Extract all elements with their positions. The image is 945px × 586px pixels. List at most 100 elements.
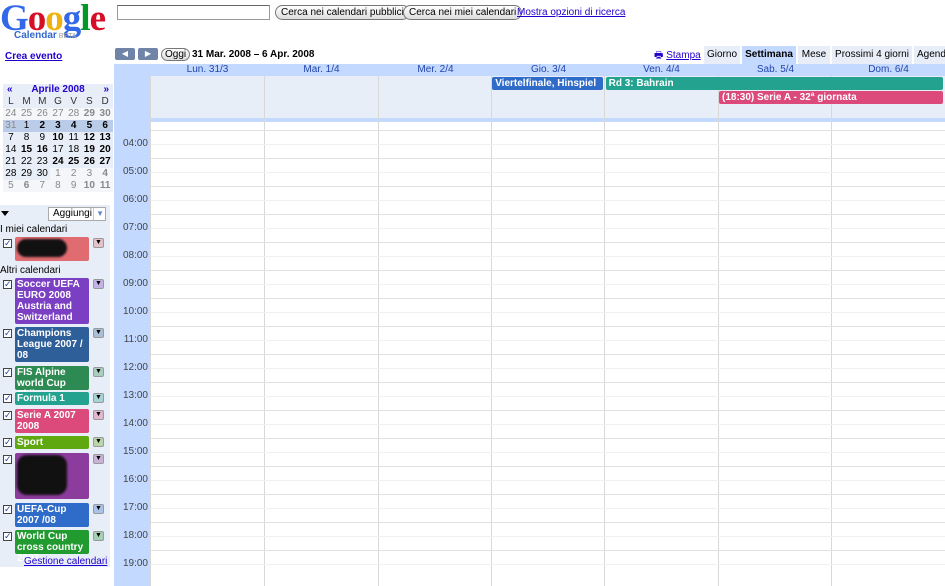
search-input[interactable] [117,5,270,20]
mini-calendar-day[interactable]: 24 [50,156,66,168]
mini-calendar-day[interactable]: 19 [82,144,98,156]
calendar-checkbox[interactable]: ✓ [3,411,12,420]
mini-calendar-day[interactable]: 3 [50,120,66,132]
today-button[interactable]: Oggi [161,48,191,61]
calendar-name[interactable]: Champions League 2007 / 08 [15,327,89,362]
prev-week-button[interactable]: ◀ [115,48,135,60]
tab-next-4-days[interactable]: Prossimi 4 giorni [832,46,912,64]
calendar-checkbox[interactable]: ✓ [3,438,12,447]
calendar-checkbox[interactable]: ✓ [3,532,12,541]
all-day-event[interactable]: Viertelfinale, Hinspiel [492,77,603,90]
calendar-options-dropdown-icon[interactable]: ▼ [93,454,104,464]
mini-calendar-month[interactable]: Aprile 2008 [31,84,84,95]
mini-calendar-day[interactable]: 23 [34,156,50,168]
calendar-checkbox[interactable]: ✓ [3,239,12,248]
next-week-button[interactable]: ▶ [138,48,158,60]
mini-calendar-day[interactable]: 25 [18,108,35,120]
mini-calendar-day[interactable]: 11 [66,132,82,144]
calendar-entry[interactable]: ✓ Soccer UEFA EURO 2008 Austria and Switz… [3,278,107,324]
add-calendar-button[interactable]: Aggiungi ▼ [48,207,106,221]
mini-calendar-day[interactable]: 18 [66,144,82,156]
collapse-triangle-icon[interactable] [1,211,9,216]
mini-calendar-day[interactable]: 10 [81,180,98,192]
calendar-name-redacted[interactable] [15,453,89,499]
manage-calendars-link[interactable]: Gestione calendari [24,556,107,567]
mini-calendar-day[interactable]: 16 [34,144,50,156]
mini-calendar-day[interactable]: 1 [50,168,66,180]
mini-calendar-day[interactable]: 5 [81,120,98,132]
mini-calendar-day[interactable]: 15 [19,144,35,156]
calendar-options-dropdown-icon[interactable]: ▼ [93,393,104,403]
calendar-name[interactable]: World Cup cross country 2007 [15,530,89,564]
calendar-entry[interactable]: ✓ Sport ▼ [3,436,107,449]
tab-month[interactable]: Mese [798,46,830,64]
mini-calendar-day[interactable]: 21 [3,156,19,168]
mini-calendar-prev-button[interactable]: « [7,84,13,96]
mini-calendar-day[interactable]: 22 [19,156,35,168]
calendar-entry[interactable]: ✓ Formula 1 ▼ [3,392,107,405]
mini-calendar-day[interactable]: 11 [97,180,113,192]
mini-calendar-day[interactable]: 25 [66,156,82,168]
show-search-options-link[interactable]: Mostra opzioni di ricerca [517,7,625,18]
mini-calendar-day[interactable]: 9 [65,180,82,192]
create-event-link[interactable]: Crea evento [5,51,62,62]
mini-calendar-day[interactable]: 4 [97,168,113,180]
calendar-options-dropdown-icon[interactable]: ▼ [93,367,104,377]
calendar-name-redacted[interactable] [15,237,89,261]
calendar-entry[interactable]: ✓ Champions League 2007 / 08 ▼ [3,327,107,362]
day-header-thu[interactable]: Gio. 3/4 [492,64,605,76]
mini-calendar-day[interactable]: 8 [19,132,35,144]
calendar-name[interactable]: FIS Alpine world Cup Skiing [15,366,89,400]
mini-calendar-day[interactable]: 5 [3,180,19,192]
mini-calendar-day[interactable]: 6 [97,120,113,132]
mini-calendar-day[interactable]: 10 [50,132,66,144]
mini-calendar-day[interactable]: 26 [82,156,98,168]
calendar-options-dropdown-icon[interactable]: ▼ [93,328,104,338]
calendar-entry[interactable]: ✓ Serie A 2007 2008 ▼ [3,409,107,433]
mini-calendar-day[interactable]: 30 [34,168,50,180]
search-public-calendars-button[interactable]: Cerca nei calendari pubblici [275,5,410,20]
calendar-name[interactable]: Formula 1 [15,392,89,405]
mini-calendar-day[interactable]: 2 [34,120,51,132]
mini-calendar-day[interactable]: 17 [50,144,66,156]
mini-calendar-day[interactable]: 29 [81,108,98,120]
day-header-tue[interactable]: Mar. 1/4 [265,64,378,76]
mini-calendar-day[interactable]: 7 [34,180,51,192]
print-link[interactable]: 🖶 Stampa [654,48,701,65]
day-header-wed[interactable]: Mer. 2/4 [379,64,492,76]
calendar-checkbox[interactable]: ✓ [3,394,12,403]
mini-calendar-day[interactable]: 29 [19,168,35,180]
mini-calendar-day[interactable]: 1 [18,120,35,132]
mini-calendar-day[interactable]: 31 [3,120,19,132]
mini-calendar-day[interactable]: 28 [3,168,19,180]
mini-calendar-day[interactable]: 9 [34,132,50,144]
search-my-calendars-button[interactable]: Cerca nei miei calendari [403,5,523,20]
day-header-mon[interactable]: Lun. 31/3 [151,64,264,76]
mini-calendar-day[interactable]: 8 [50,180,66,192]
mini-calendar-next-button[interactable]: » [103,84,109,96]
calendar-checkbox[interactable]: ✓ [3,368,12,377]
mini-calendar-day[interactable]: 30 [97,108,113,120]
calendar-options-dropdown-icon[interactable]: ▼ [93,410,104,420]
all-day-event[interactable]: Rd 3: Bahrain [605,77,943,90]
day-header-sun[interactable]: Dom. 6/4 [832,64,945,76]
mini-calendar-day[interactable]: 26 [34,108,51,120]
calendar-options-dropdown-icon[interactable]: ▼ [93,504,104,514]
mini-calendar-day[interactable]: 7 [3,132,19,144]
mini-calendar-day[interactable]: 12 [82,132,98,144]
calendar-checkbox[interactable]: ✓ [3,505,12,514]
calendar-entry[interactable]: ✓FIS Alpine world Cup Skiing ▼ [3,366,107,400]
mini-calendar-day[interactable]: 3 [81,168,98,180]
mini-calendar-day[interactable]: 4 [65,120,82,132]
calendar-checkbox[interactable]: ✓ [3,280,12,289]
calendar-entry[interactable]: ✓ ▼ [3,453,107,499]
calendar-options-dropdown-icon[interactable]: ▼ [93,279,104,289]
mini-calendar-day[interactable]: 14 [3,144,19,156]
calendar-checkbox[interactable]: ✓ [3,455,12,464]
calendar-name[interactable]: UEFA-Cup 2007 /08 [15,503,89,527]
tab-agenda[interactable]: Agenda [914,46,945,64]
calendar-entry[interactable]: ✓ UEFA-Cup 2007 /08 ▼ [3,503,107,527]
all-day-event[interactable]: (18:30) Serie A - 32ª giornata [719,91,943,104]
calendar-checkbox[interactable]: ✓ [3,329,12,338]
mini-calendar-day[interactable]: 13 [97,132,113,144]
